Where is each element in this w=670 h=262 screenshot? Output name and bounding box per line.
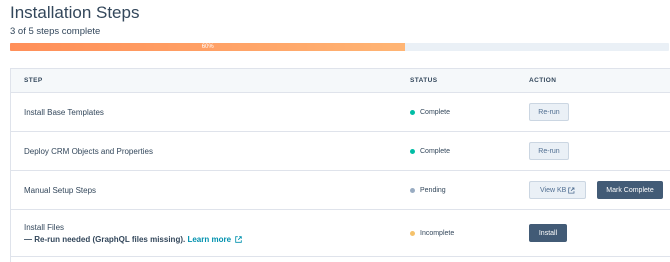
action-cell: Install: [529, 210, 567, 256]
step-warning-text: — Re-run needed (GraphQL files missing).: [24, 234, 186, 244]
progress-summary: 3 of 5 steps complete: [10, 26, 101, 37]
column-header-step: STEP: [24, 77, 43, 84]
installation-steps-panel: Installation Steps 3 of 5 steps complete…: [0, 0, 670, 262]
column-header-action: ACTION: [529, 77, 557, 84]
progress-percent-label: 60%: [201, 44, 214, 50]
status-dot: [410, 187, 415, 193]
table-row: Deploy CRM Objects and Properties Comple…: [11, 132, 670, 171]
steps-table: STEP STATUS ACTION Install Base Template…: [10, 68, 670, 262]
status-cell: Pending: [410, 171, 446, 209]
action-cell: Re-run: [529, 132, 569, 170]
step-name: Deploy CRM Objects and Properties: [24, 146, 153, 156]
rerun-button[interactable]: Re-run: [529, 142, 569, 160]
progress-bar: 60%: [10, 43, 669, 51]
step-cell: Install Files — Re-run needed (GraphQL f…: [24, 210, 242, 256]
step-warning: — Re-run needed (GraphQL files missing).…: [24, 235, 242, 244]
mark-complete-button[interactable]: Mark Complete: [597, 181, 663, 199]
step-cell: Install Base Templates: [24, 93, 104, 131]
status-label: Complete: [420, 147, 450, 155]
step-name: Install Base Templates: [24, 107, 104, 117]
action-cell: View KB Mark Complete: [529, 171, 663, 209]
status-dot: [410, 109, 415, 115]
status-dot: [410, 230, 415, 236]
step-cell: Manual Setup Steps: [24, 171, 96, 209]
status-dot: [410, 148, 415, 154]
table-row: Manual Setup Steps Pending View KB Mark …: [11, 171, 670, 210]
table-header: STEP STATUS ACTION: [11, 69, 670, 93]
status-label: Pending: [420, 186, 446, 194]
column-header-status: STATUS: [410, 77, 438, 84]
action-cell: Re-run: [529, 93, 569, 131]
install-button[interactable]: Install: [529, 224, 567, 242]
page-title: Installation Steps: [10, 3, 140, 22]
external-link-icon: [235, 235, 242, 243]
step-name: Manual Setup Steps: [24, 185, 97, 195]
table-row: Install Files — Re-run needed (GraphQL f…: [11, 210, 670, 257]
learn-more-label: Learn more: [187, 234, 232, 244]
status-cell: Complete: [410, 132, 450, 170]
status-label: Incomplete: [420, 229, 455, 237]
table-row: Install Base Templates Complete Re-run: [11, 93, 670, 132]
step-name: Install Files: [24, 222, 65, 232]
external-link-icon: [568, 186, 575, 194]
rerun-button[interactable]: Re-run: [529, 103, 569, 121]
learn-more-link[interactable]: Learn more: [187, 235, 242, 244]
view-kb-label: View KB: [540, 186, 567, 194]
status-cell: Complete: [410, 93, 450, 131]
status-cell: Incomplete: [410, 210, 454, 256]
step-cell: Deploy CRM Objects and Properties: [24, 132, 153, 170]
status-label: Complete: [420, 108, 450, 116]
view-kb-button[interactable]: View KB: [529, 181, 586, 199]
